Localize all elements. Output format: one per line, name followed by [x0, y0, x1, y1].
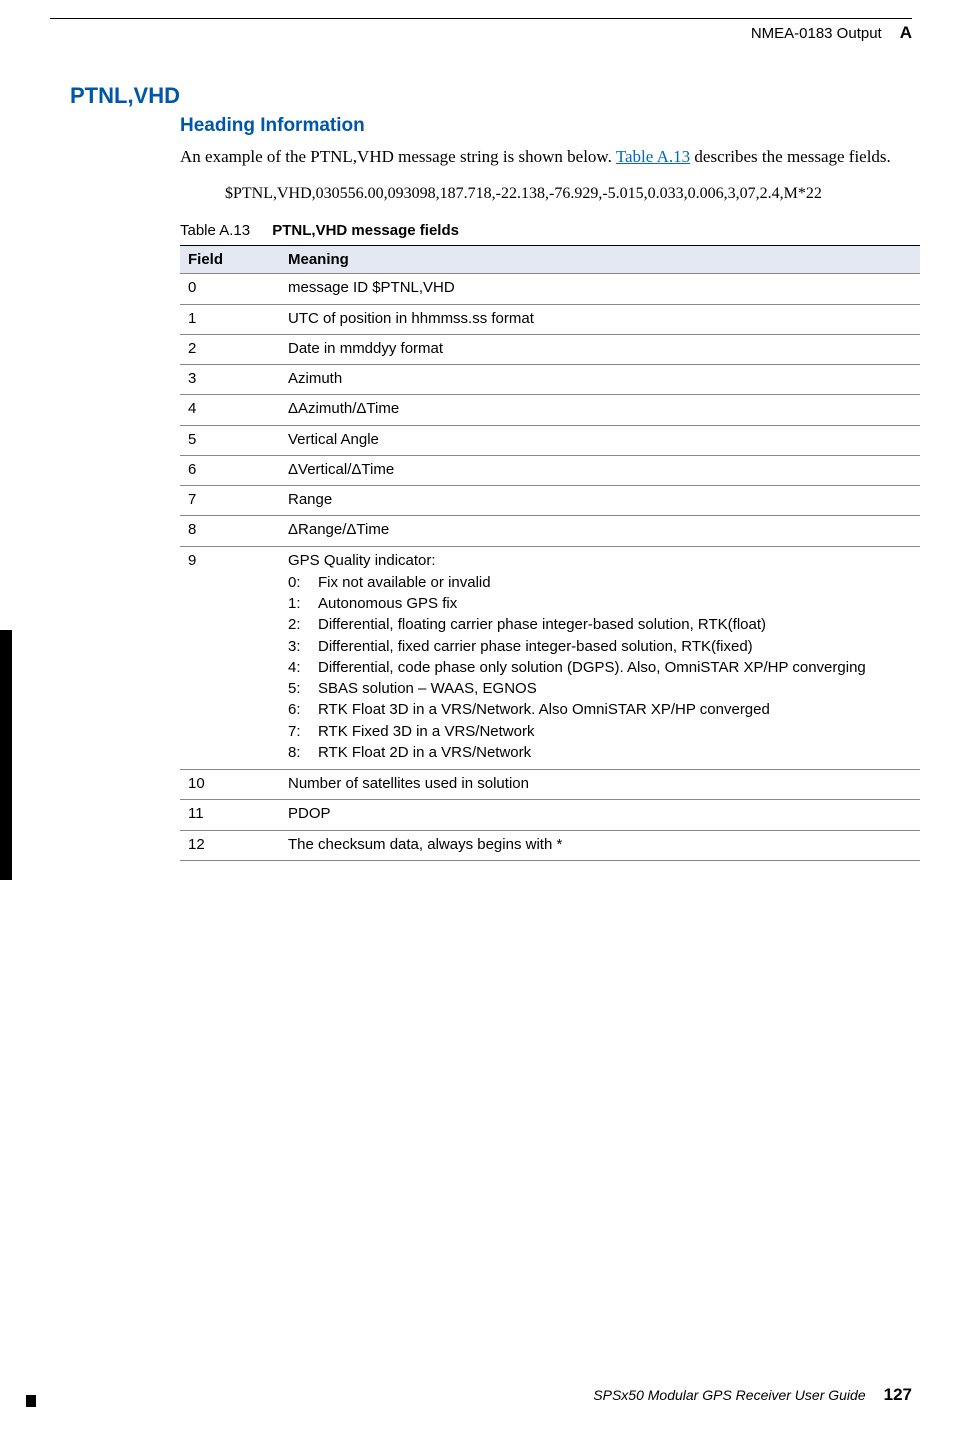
list-item: 3:Differential, fixed carrier phase inte…: [288, 637, 912, 657]
table-caption: Table A.13 PTNL,VHD message fields: [180, 222, 912, 239]
field-meaning-cell: PDOP: [280, 800, 920, 830]
column-header-meaning: Meaning: [280, 246, 920, 274]
field-number-cell: 12: [180, 830, 280, 860]
table-row: 12The checksum data, always begins with …: [180, 830, 920, 860]
list-item-number: 0:: [288, 573, 314, 593]
list-item-text: RTK Fixed 3D in a VRS/Network: [314, 722, 912, 742]
field-meaning-cell: ΔVertical/ΔTime: [280, 455, 920, 485]
table-row: 11PDOP: [180, 800, 920, 830]
field-number-cell: 11: [180, 800, 280, 830]
quality-indicator-list: 0:Fix not available or invalid1:Autonomo…: [288, 573, 912, 763]
running-footer: SPSx50 Modular GPS Receiver User Guide 1…: [593, 1385, 912, 1405]
running-header: NMEA-0183 Output A: [30, 23, 912, 43]
list-item-text: Autonomous GPS fix: [314, 594, 912, 614]
list-item: 1:Autonomous GPS fix: [288, 594, 912, 614]
field-number-cell: 9: [180, 546, 280, 770]
list-item-number: 3:: [288, 637, 314, 657]
list-item-number: 4:: [288, 658, 314, 678]
field-meaning-cell: ΔRange/ΔTime: [280, 516, 920, 546]
column-header-field: Field: [180, 246, 280, 274]
example-message-string: $PTNL,VHD,030556.00,093098,187.718,-22.1…: [225, 183, 865, 205]
field-number-cell: 0: [180, 274, 280, 304]
field-meaning-cell: UTC of position in hhmmss.ss format: [280, 304, 920, 334]
field-meaning-cell: Azimuth: [280, 365, 920, 395]
field-meaning-cell: Date in mmddyy format: [280, 334, 920, 364]
page: NMEA-0183 Output A PTNL,VHD Heading Info…: [0, 0, 972, 1437]
page-side-tab: [0, 630, 12, 880]
list-item-text: Fix not available or invalid: [314, 573, 912, 593]
field-meaning-cell: ΔAzimuth/ΔTime: [280, 395, 920, 425]
table-row: 4ΔAzimuth/ΔTime: [180, 395, 920, 425]
footer-document-title: SPSx50 Modular GPS Receiver User Guide: [593, 1387, 865, 1403]
intro-paragraph: An example of the PTNL,VHD message strin…: [180, 145, 912, 169]
list-item: 4:Differential, code phase only solution…: [288, 658, 912, 678]
table-row: 8ΔRange/ΔTime: [180, 516, 920, 546]
list-item-number: 1:: [288, 594, 314, 614]
field-meaning-cell: GPS Quality indicator:0:Fix not availabl…: [280, 546, 920, 770]
list-item-text: SBAS solution – WAAS, EGNOS: [314, 679, 912, 699]
table-row: 10Number of satellites used in solution: [180, 770, 920, 800]
table-reference-link[interactable]: Table A.13: [616, 147, 690, 166]
subsection-heading-info: Heading Information: [180, 115, 912, 137]
intro-text-pre: An example of the PTNL,VHD message strin…: [180, 147, 616, 166]
field-number-cell: 3: [180, 365, 280, 395]
field-number-cell: 5: [180, 425, 280, 455]
list-item-number: 5:: [288, 679, 314, 699]
field-number-cell: 2: [180, 334, 280, 364]
section-heading-ptnl-vhd: PTNL,VHD: [70, 83, 912, 109]
list-item: 6:RTK Float 3D in a VRS/Network. Also Om…: [288, 700, 912, 720]
table-row: 5Vertical Angle: [180, 425, 920, 455]
field-number-cell: 10: [180, 770, 280, 800]
field-number-cell: 7: [180, 486, 280, 516]
list-item: 5:SBAS solution – WAAS, EGNOS: [288, 679, 912, 699]
table-number: Table A.13: [180, 222, 250, 239]
table-row: 9GPS Quality indicator:0:Fix not availab…: [180, 546, 920, 770]
header-chapter-title: NMEA-0183 Output: [751, 25, 882, 42]
table-row: 2Date in mmddyy format: [180, 334, 920, 364]
list-item: 0:Fix not available or invalid: [288, 573, 912, 593]
table-row: 3Azimuth: [180, 365, 920, 395]
list-item: 2:Differential, floating carrier phase i…: [288, 615, 912, 635]
field-meaning-cell: The checksum data, always begins with *: [280, 830, 920, 860]
list-item-number: 7:: [288, 722, 314, 742]
intro-text-post: describes the message fields.: [690, 147, 891, 166]
list-item: 7:RTK Fixed 3D in a VRS/Network: [288, 722, 912, 742]
header-appendix-letter: A: [900, 23, 912, 43]
list-item-text: Differential, code phase only solution (…: [314, 658, 912, 678]
field-number-cell: 1: [180, 304, 280, 334]
list-item-number: 8:: [288, 743, 314, 763]
field-number-cell: 4: [180, 395, 280, 425]
table-row: 6ΔVertical/ΔTime: [180, 455, 920, 485]
header-rule: [50, 18, 912, 19]
footer-tick-mark: [26, 1395, 36, 1407]
list-item-text: Differential, fixed carrier phase intege…: [314, 637, 912, 657]
list-item-number: 6:: [288, 700, 314, 720]
list-item-text: RTK Float 3D in a VRS/Network. Also Omni…: [314, 700, 912, 720]
list-item-text: RTK Float 2D in a VRS/Network: [314, 743, 912, 763]
message-fields-table: Field Meaning 0message ID $PTNL,VHD1UTC …: [180, 245, 920, 861]
field-meaning-cell: message ID $PTNL,VHD: [280, 274, 920, 304]
field-meaning-cell: Range: [280, 486, 920, 516]
field-meaning-cell: Vertical Angle: [280, 425, 920, 455]
field-meaning-cell: Number of satellites used in solution: [280, 770, 920, 800]
footer-page-number: 127: [884, 1385, 912, 1405]
table-row: 7Range: [180, 486, 920, 516]
list-item-text: Differential, floating carrier phase int…: [314, 615, 912, 635]
table-title: PTNL,VHD message fields: [272, 222, 459, 239]
table-row: 1UTC of position in hhmmss.ss format: [180, 304, 920, 334]
table-row: 0message ID $PTNL,VHD: [180, 274, 920, 304]
field-number-cell: 8: [180, 516, 280, 546]
list-item: 8:RTK Float 2D in a VRS/Network: [288, 743, 912, 763]
list-item-number: 2:: [288, 615, 314, 635]
field-number-cell: 6: [180, 455, 280, 485]
